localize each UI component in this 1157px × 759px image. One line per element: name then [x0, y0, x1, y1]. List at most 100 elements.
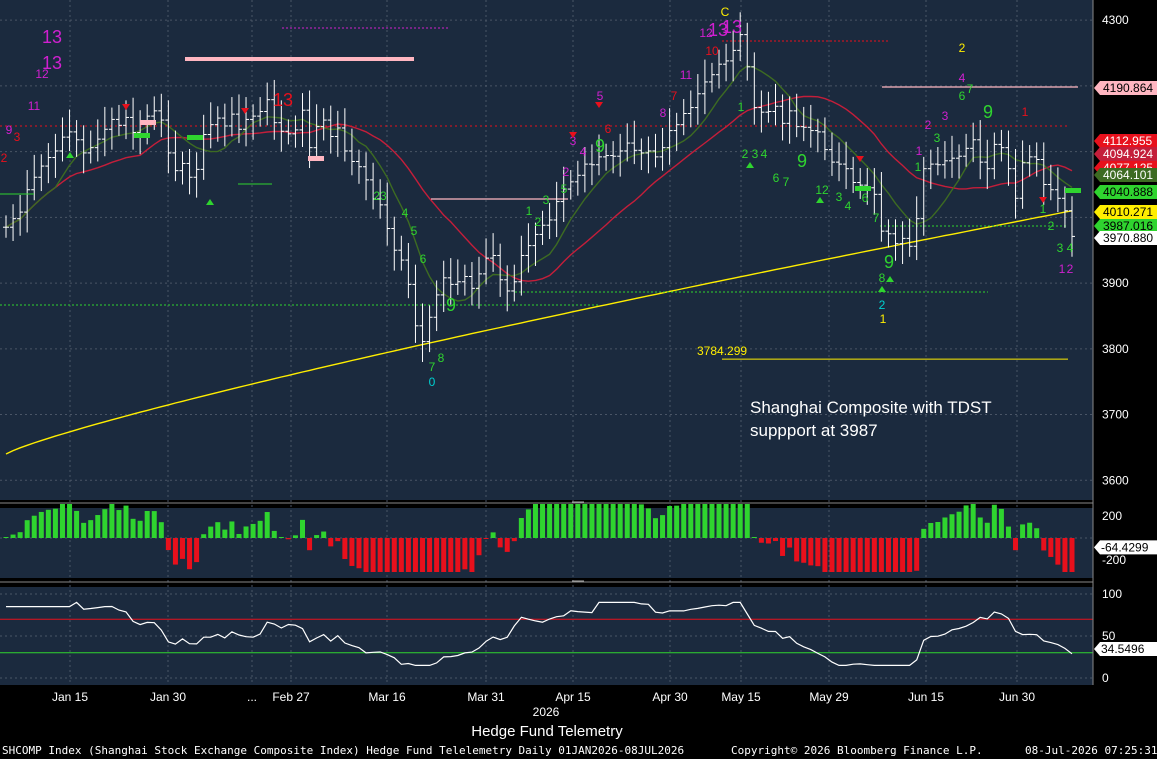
- count-digit: 11: [28, 99, 41, 113]
- count-digit: 10: [705, 44, 719, 58]
- count-digit: 1: [1040, 202, 1047, 216]
- osc1-histogram-bar: [645, 508, 651, 538]
- osc1-histogram-bar: [525, 509, 531, 538]
- price-tick-label: 3600: [1102, 473, 1129, 487]
- osc1-tag-label: -64.4299: [1101, 540, 1149, 554]
- count-digit: 2: [1048, 219, 1055, 233]
- signal-block: [855, 186, 871, 191]
- osc1-histogram-bar: [504, 538, 510, 552]
- osc2-tick-label: 100: [1102, 587, 1122, 601]
- count-digit: 12: [699, 26, 713, 40]
- count-digit: 6: [959, 89, 966, 103]
- osc1-histogram-bar: [370, 538, 376, 572]
- footer-bar: SHCOMP Index (Shanghai Stock Exchange Co…: [0, 739, 1157, 759]
- osc1-histogram-bar: [88, 520, 94, 538]
- count-digit: 23: [373, 189, 387, 203]
- osc1-histogram-bar: [575, 504, 581, 538]
- count-digit: 3: [543, 193, 550, 207]
- osc1-histogram-bar: [942, 517, 948, 538]
- osc1-histogram-bar: [991, 504, 997, 538]
- osc1-histogram-bar: [554, 504, 560, 538]
- osc1-histogram-bar: [31, 515, 37, 538]
- osc1-histogram-bar: [1005, 526, 1011, 538]
- count-digit: 12: [815, 183, 829, 197]
- osc1-histogram-bar: [758, 538, 764, 543]
- chart-window: 36003700380039004000410042004300Jan 15Ja…: [0, 0, 1157, 759]
- x-tick-label: Jun 15: [908, 690, 944, 704]
- osc1-histogram-bar: [412, 538, 418, 572]
- osc1-histogram-bar: [278, 537, 284, 538]
- osc2-tag-label: 34.5496: [1101, 642, 1145, 656]
- count-digit: 7: [783, 175, 790, 189]
- osc1-histogram-bar: [165, 538, 171, 551]
- count-digit: 9: [6, 123, 13, 137]
- osc1-histogram-bar: [285, 538, 291, 540]
- count-digit: 2: [742, 147, 749, 161]
- osc1-histogram-bar: [349, 538, 355, 566]
- osc1-histogram-bar: [935, 522, 941, 538]
- osc1-histogram-bar: [998, 508, 1004, 538]
- osc1-histogram-bar: [10, 534, 16, 538]
- osc1-histogram-bar: [405, 538, 411, 572]
- osc1-histogram-bar: [434, 538, 440, 572]
- osc1-histogram-bar: [384, 538, 390, 572]
- setup-9-label: 9: [797, 151, 807, 171]
- osc1-histogram-bar: [787, 538, 793, 548]
- price-tick-label: 3900: [1102, 276, 1129, 290]
- signal-block: [308, 156, 324, 161]
- price-tag-label: 4112.955: [1103, 134, 1152, 148]
- osc1-histogram-bar: [928, 523, 934, 538]
- osc1-histogram-bar: [709, 504, 715, 538]
- count-digit: 2: [959, 41, 966, 55]
- osc1-histogram-bar: [144, 510, 150, 538]
- osc1-histogram-bar: [561, 504, 567, 538]
- count-digit: 12: [35, 67, 49, 81]
- footer-copyright: Copyright© 2026 Bloomberg Finance L.P.: [731, 744, 983, 757]
- osc1-histogram-bar: [74, 510, 80, 538]
- osc1-histogram-bar: [617, 504, 623, 538]
- osc1-histogram-bar: [907, 538, 913, 572]
- osc1-histogram-bar: [1034, 528, 1040, 538]
- osc1-histogram-bar: [681, 504, 687, 538]
- osc1-histogram-bar: [123, 505, 129, 538]
- osc1-histogram-bar: [610, 504, 616, 538]
- osc1-histogram-bar: [603, 504, 609, 538]
- osc1-histogram-bar: [547, 504, 553, 538]
- osc1-histogram-bar: [688, 504, 694, 538]
- osc1-histogram-bar: [81, 522, 87, 538]
- osc1-histogram-bar: [652, 518, 658, 538]
- osc1-histogram-bar: [1027, 522, 1033, 538]
- osc1-histogram-bar: [921, 528, 927, 538]
- osc1-histogram-bar: [441, 538, 447, 572]
- price-tag-label: 3970.880: [1103, 231, 1153, 245]
- chart-title: Hedge Fund Telemetry: [471, 723, 623, 740]
- osc1-histogram-bar: [723, 504, 729, 538]
- osc1-histogram-bar: [490, 532, 496, 538]
- osc1-histogram-bar: [151, 511, 157, 538]
- osc1-histogram-bar: [229, 521, 235, 538]
- x-tick-label: Apr 30: [652, 690, 688, 704]
- osc1-histogram-bar: [335, 538, 341, 542]
- osc1-histogram-bar: [885, 538, 891, 572]
- osc1-histogram-bar: [956, 511, 962, 538]
- price-tag-label: 4010.271: [1103, 205, 1153, 219]
- osc1-histogram-bar: [208, 526, 214, 538]
- osc1-histogram-bar: [476, 538, 482, 556]
- count-digit: 4: [845, 199, 852, 213]
- osc1-histogram-bar: [1041, 538, 1047, 551]
- osc1-histogram-bar: [271, 530, 277, 538]
- count-digit: 8: [438, 351, 445, 365]
- count-digit: 11: [680, 68, 693, 82]
- osc1-histogram-bar: [695, 504, 701, 538]
- price-panel-bg: [0, 0, 1093, 500]
- osc1-histogram-bar: [914, 538, 920, 571]
- osc1-histogram-bar: [363, 538, 369, 572]
- count-digit: 6: [605, 122, 612, 136]
- x-tick-label: ...: [247, 690, 257, 704]
- osc1-histogram-bar: [716, 504, 722, 538]
- count-digit: 1: [916, 144, 923, 158]
- count-digit: 2: [879, 298, 886, 312]
- osc1-histogram-bar: [448, 538, 454, 572]
- count-digit: C: [721, 5, 730, 19]
- price-tick-label: 4300: [1102, 13, 1129, 27]
